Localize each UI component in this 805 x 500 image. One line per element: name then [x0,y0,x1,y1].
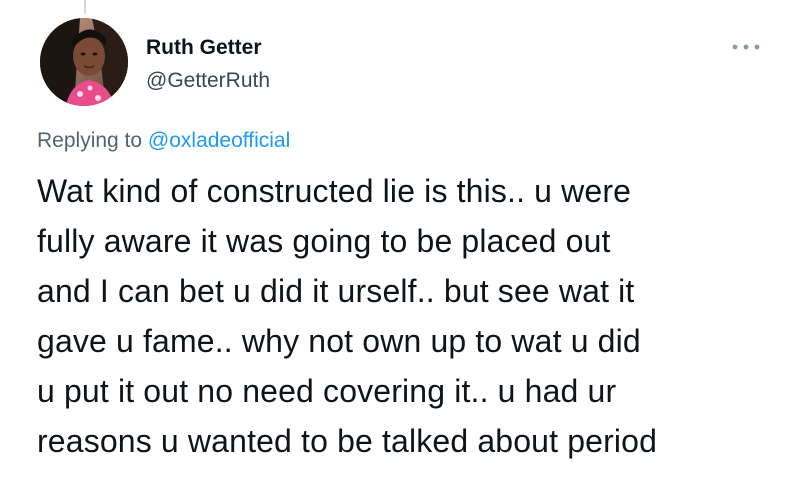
more-horizontal-icon [732,44,760,50]
reply-mention-link[interactable]: @oxladeofficial [148,129,290,152]
tweet-text-line: Wat kind of constructed lie is this.. u … [37,173,632,209]
tweet-text-line: fully aware it was going to be placed ou… [37,223,611,259]
profile-photo-icon [40,18,128,106]
tweet-text-line: u put it out no need covering it.. u had… [37,373,617,409]
user-handle[interactable]: @GetterRuth [146,69,270,93]
avatar[interactable] [40,18,128,106]
tweet-text: Wat kind of constructed lie is this.. u … [37,166,797,466]
reply-context: Replying to @oxladeofficial [37,129,290,153]
display-name[interactable]: Ruth Getter [146,36,262,60]
tweet-text-line: and I can bet u did it urself.. but see … [37,273,635,309]
thread-connector-line [84,0,86,14]
tweet-text-line: gave u fame.. why not own up to wat u di… [37,323,641,359]
reply-context-prefix: Replying to [37,129,143,152]
tweet-text-line: reasons u wanted to be talked about peri… [37,423,658,459]
more-options-button[interactable] [726,35,766,59]
